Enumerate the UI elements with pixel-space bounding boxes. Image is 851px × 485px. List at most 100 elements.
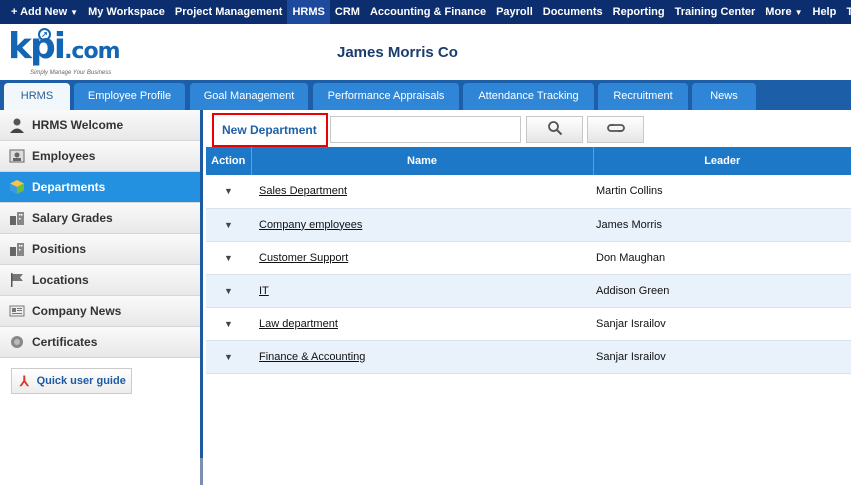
badge-icon — [9, 334, 25, 350]
logo-tagline: Simply Manage Your Business — [30, 70, 112, 76]
sidebar-item-label: Certificates — [32, 335, 98, 349]
department-leader: James Morris — [593, 208, 851, 242]
department-name-link[interactable]: IT — [259, 285, 269, 297]
logo-brand: kpi.com — [8, 26, 121, 67]
quick-user-guide-button[interactable]: ⅄ Quick user guide — [11, 368, 132, 394]
caret-down-icon: ▼ — [794, 8, 803, 17]
table-row: ▼ Company employees James Morris — [206, 208, 851, 242]
sidebar-item-locations[interactable]: Locations — [0, 265, 200, 296]
nav-help[interactable]: Help — [808, 0, 842, 24]
table-header-row: Action Name Leader — [206, 147, 851, 175]
department-name-link[interactable]: Finance & Accounting — [259, 351, 365, 363]
nav-training-center[interactable]: Training Center — [670, 0, 761, 24]
kpi-logo[interactable]: kpi.com ↗ Simply Manage Your Business — [8, 26, 130, 78]
nav-payroll[interactable]: Payroll — [491, 0, 538, 24]
column-header-name[interactable]: Name — [251, 147, 594, 175]
row-action-dropdown[interactable]: ▼ — [206, 208, 251, 242]
person-icon — [9, 117, 25, 133]
reset-button[interactable] — [587, 116, 644, 143]
department-name-link[interactable]: Company employees — [259, 219, 362, 231]
company-name: James Morris Co — [337, 44, 458, 61]
row-action-dropdown[interactable]: ▼ — [206, 274, 251, 308]
module-tab-bar: HRMS Employee Profile Goal Management Pe… — [0, 80, 851, 110]
sidebar-item-company-news[interactable]: Company News — [0, 296, 200, 327]
row-action-dropdown[interactable]: ▼ — [206, 241, 251, 275]
nav-hrms[interactable]: HRMS — [287, 0, 330, 29]
refresh-icon — [606, 121, 626, 138]
search-input[interactable] — [330, 116, 521, 143]
news-icon — [9, 303, 25, 319]
logo-arrow-icon: ↗ — [38, 28, 51, 41]
sidebar-item-label: HRMS Welcome — [32, 118, 124, 132]
tab-employee-profile[interactable]: Employee Profile — [74, 83, 185, 110]
table-row: ▼ Finance & Accounting Sanjar Israilov — [206, 340, 851, 374]
search-button[interactable] — [526, 116, 583, 143]
row-action-dropdown[interactable]: ▼ — [206, 307, 251, 341]
column-header-leader[interactable]: Leader — [593, 147, 851, 175]
department-name-link[interactable]: Customer Support — [259, 252, 348, 264]
table-row: ▼ Law department Sanjar Israilov — [206, 307, 851, 341]
table-row: ▼ Sales Department Martin Collins — [206, 175, 851, 209]
building-icon — [9, 241, 25, 257]
row-action-dropdown[interactable]: ▼ — [206, 340, 251, 374]
nav-project-management[interactable]: Project Management — [170, 0, 288, 24]
employees-icon — [9, 148, 25, 164]
building-icon — [9, 210, 25, 226]
tab-recruitment[interactable]: Recruitment — [598, 83, 688, 110]
tab-hrms[interactable]: HRMS — [4, 83, 70, 110]
column-header-action[interactable]: Action — [206, 147, 252, 175]
department-leader: Don Maughan — [593, 241, 851, 275]
sidebar-item-label: Employees — [32, 149, 96, 163]
sidebar-item-label: Locations — [32, 273, 89, 287]
nav-my-workspace[interactable]: My Workspace — [83, 0, 170, 24]
caret-down-icon: ▼ — [224, 285, 233, 296]
hrms-sidebar: HRMS Welcome Employees Departments Salar… — [0, 110, 203, 485]
new-department-button[interactable]: New Department — [212, 113, 328, 147]
row-action-dropdown[interactable]: ▼ — [206, 175, 251, 209]
quick-user-guide-label: Quick user guide — [36, 375, 126, 387]
sidebar-item-label: Company News — [32, 304, 122, 318]
caret-down-icon: ▼ — [70, 8, 79, 17]
pdf-icon: ⅄ — [20, 372, 29, 389]
caret-down-icon: ▼ — [224, 351, 233, 362]
department-leader: Sanjar Israilov — [593, 340, 851, 374]
tab-performance-appraisals[interactable]: Performance Appraisals — [313, 83, 459, 110]
caret-down-icon: ▼ — [224, 186, 233, 197]
sidebar-item-label: Salary Grades — [32, 211, 113, 225]
caret-down-icon: ▼ — [224, 219, 233, 230]
nav-documents[interactable]: Documents — [538, 0, 608, 24]
departments-panel: New Department Action Name Leader ▼ Sale… — [206, 110, 851, 485]
sidebar-resize-handle[interactable] — [200, 458, 203, 485]
nav-accounting-finance[interactable]: Accounting & Finance — [365, 0, 491, 24]
search-icon — [547, 120, 563, 139]
page-header: kpi.com ↗ Simply Manage Your Business Ja… — [0, 24, 851, 80]
tab-goal-management[interactable]: Goal Management — [190, 83, 308, 110]
nav-reporting[interactable]: Reporting — [608, 0, 670, 24]
department-name-link[interactable]: Sales Department — [259, 185, 347, 197]
department-leader: Martin Collins — [593, 175, 851, 209]
department-name-link[interactable]: Law department — [259, 318, 338, 330]
caret-down-icon: ▼ — [224, 318, 233, 329]
caret-down-icon: ▼ — [224, 252, 233, 263]
sidebar-item-employees[interactable]: Employees — [0, 141, 200, 172]
sidebar-item-salary-grades[interactable]: Salary Grades — [0, 203, 200, 234]
tab-news[interactable]: News — [692, 83, 756, 110]
sidebar-item-label: Departments — [32, 180, 106, 194]
cube-icon — [9, 179, 25, 195]
tab-attendance-tracking[interactable]: Attendance Tracking — [463, 83, 594, 110]
sidebar-item-positions[interactable]: Positions — [0, 234, 200, 265]
table-row: ▼ Customer Support Don Maughan — [206, 241, 851, 275]
top-navigation: + Add New ▼ My Workspace Project Manageme… — [0, 0, 851, 29]
nav-crm[interactable]: CRM — [330, 0, 365, 24]
sidebar-item-hrms-welcome[interactable]: HRMS Welcome — [0, 110, 200, 141]
table-row: ▼ IT Addison Green — [206, 274, 851, 308]
nav-timer[interactable]: Timer — [841, 0, 851, 24]
nav-more[interactable]: More ▼ — [760, 0, 807, 24]
departments-table: Action Name Leader ▼ Sales Department Ma… — [206, 147, 851, 374]
department-leader: Addison Green — [593, 274, 851, 308]
flag-icon — [9, 272, 25, 288]
sidebar-item-certificates[interactable]: Certificates — [0, 327, 200, 358]
sidebar-item-label: Positions — [32, 242, 87, 256]
nav-add-new[interactable]: + Add New ▼ — [6, 0, 83, 24]
sidebar-item-departments[interactable]: Departments — [0, 172, 200, 203]
